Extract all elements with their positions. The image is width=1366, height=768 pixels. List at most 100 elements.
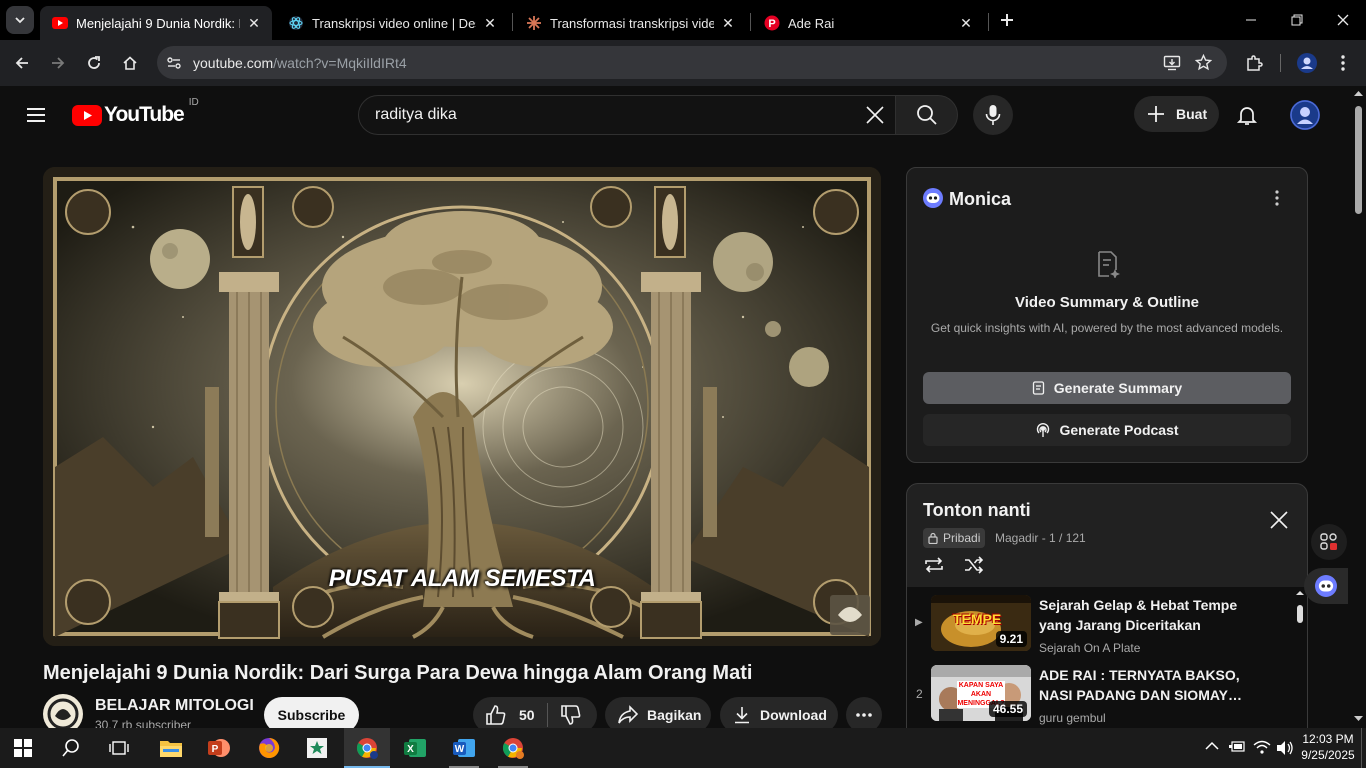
apps-widget-button[interactable] <box>1311 524 1347 560</box>
scroll-up-icon[interactable] <box>1351 86 1366 102</box>
tab-title: Menjelajahi 9 Dunia Nordik: Da <box>76 15 240 31</box>
monica-menu-icon[interactable] <box>1269 190 1285 206</box>
home-button[interactable] <box>115 48 145 78</box>
playlist-close-button[interactable] <box>1269 510 1293 534</box>
notifications-button[interactable] <box>1235 103 1259 127</box>
playlist-item-channel: guru gembul <box>1039 711 1106 725</box>
generate-summary-label: Generate Summary <box>1053 380 1183 396</box>
close-icon[interactable]: ✕ <box>958 15 974 31</box>
search-icon[interactable] <box>48 728 94 768</box>
download-icon <box>735 707 749 724</box>
page-scroll-thumb[interactable] <box>1355 106 1362 214</box>
scroll-down-icon[interactable] <box>1351 710 1366 726</box>
playlist-item[interactable]: 2 KAPAN SAYA AKAN MENINGGAL? 46.55 ADE R… <box>907 665 1297 731</box>
create-button[interactable]: Buat <box>1134 96 1219 132</box>
thumbs-down-icon <box>560 705 580 725</box>
playlist-item[interactable]: ▶ TEMPE 9.21 Sejarah Gelap & Hebat Tempe… <box>907 595 1297 661</box>
reload-button[interactable] <box>79 48 109 78</box>
tab-divider <box>988 13 989 31</box>
windows-start-icon[interactable] <box>0 728 46 768</box>
browser-menu-button[interactable] <box>1328 48 1358 78</box>
extensions-button[interactable] <box>1239 48 1269 78</box>
youtube-logo[interactable]: YouTube ID <box>72 97 199 127</box>
playlist-scrollbar[interactable] <box>1295 589 1305 732</box>
privacy-label: Pribadi <box>943 531 981 545</box>
restore-icon <box>1291 14 1303 26</box>
youtube-wordmark: YouTube <box>104 103 185 126</box>
close-icon[interactable]: ✕ <box>482 15 498 31</box>
tab-transkripsi[interactable]: Transkripsi video online | Desgr ✕ <box>276 6 508 40</box>
powerpoint-icon[interactable]: P <box>196 728 242 768</box>
share-icon <box>618 705 639 724</box>
guide-menu-button[interactable] <box>24 103 48 127</box>
clear-search-icon[interactable] <box>863 103 887 127</box>
clock-time: 12:03 PM <box>1302 732 1354 746</box>
windows-taskbar: P X W 12:03 PM 9/25/2025 <box>0 728 1366 768</box>
react-icon <box>288 15 304 31</box>
video-player[interactable]: PUSAT ALAM SEMESTA <box>43 167 881 646</box>
close-icon[interactable]: ✕ <box>720 15 736 31</box>
account-avatar[interactable] <box>1290 100 1320 130</box>
minimize-button[interactable] <box>1228 0 1274 40</box>
site-info-icon[interactable] <box>166 55 182 71</box>
firefox-icon[interactable] <box>246 728 292 768</box>
address-bar[interactable]: youtube.com/watch?v=MqkiIldIRt4 <box>157 46 1227 79</box>
like-count: 50 <box>519 707 535 723</box>
shuffle-button[interactable] <box>963 555 987 579</box>
page-scrollbar[interactable] <box>1351 86 1366 728</box>
plus-icon <box>1148 106 1164 122</box>
channel-name[interactable]: BELAJAR MITOLOGI <box>95 697 254 715</box>
playlist-thumbnail: KAPAN SAYA AKAN MENINGGAL? 46.55 <box>931 665 1031 721</box>
svg-text:P: P <box>768 18 775 30</box>
chrome-icon[interactable] <box>344 728 390 768</box>
bookmark-star-icon[interactable] <box>1195 54 1212 71</box>
monica-logo-icon <box>1315 575 1337 597</box>
claude-icon <box>526 15 542 31</box>
back-button[interactable] <box>7 48 37 78</box>
summary-icon <box>1032 381 1044 395</box>
plus-icon <box>1001 14 1013 26</box>
subscribe-label: Subscribe <box>277 707 346 723</box>
generate-podcast-button[interactable]: Generate Podcast <box>923 414 1291 446</box>
search-button[interactable] <box>895 95 958 135</box>
sticky-app-icon[interactable] <box>294 728 340 768</box>
new-tab-button[interactable] <box>995 8 1019 32</box>
tray-overflow-icon[interactable] <box>1205 741 1219 751</box>
window-close-button[interactable] <box>1320 0 1366 40</box>
svg-text:P: P <box>212 744 219 755</box>
clock[interactable]: 12:03 PM 9/25/2025 <box>1300 731 1356 763</box>
task-view-icon[interactable] <box>96 728 142 768</box>
file-explorer-icon[interactable] <box>148 728 194 768</box>
chrome-profile-icon[interactable] <box>490 728 536 768</box>
voice-search-button[interactable] <box>973 95 1013 135</box>
tab-ade-rai[interactable]: P Ade Rai ✕ <box>752 6 984 40</box>
generate-summary-button[interactable]: Generate Summary <box>923 372 1291 404</box>
forward-button[interactable] <box>43 48 73 78</box>
tab-youtube-video[interactable]: Menjelajahi 9 Dunia Nordik: Da ✕ <box>40 6 272 40</box>
excel-icon[interactable]: X <box>392 728 438 768</box>
monica-float-button[interactable] <box>1304 568 1348 604</box>
tab-transformasi[interactable]: Transformasi transkripsi video m ✕ <box>514 6 746 40</box>
tab-search-button[interactable] <box>6 6 34 34</box>
loop-button[interactable] <box>923 555 947 579</box>
tab-divider <box>750 13 751 31</box>
volume-icon[interactable] <box>1276 740 1294 756</box>
more-vertical-icon <box>1341 55 1345 71</box>
profile-avatar[interactable] <box>1292 48 1322 78</box>
word-icon[interactable]: W <box>441 728 487 768</box>
show-desktop-button[interactable] <box>1361 728 1366 768</box>
playlist-title[interactable]: Tonton nanti <box>923 500 1031 521</box>
restore-button[interactable] <box>1274 0 1320 40</box>
battery-icon[interactable] <box>1229 740 1247 754</box>
wifi-icon[interactable] <box>1253 740 1271 756</box>
tab-title: Transkripsi video online | Desgr <box>312 15 476 31</box>
generate-podcast-label: Generate Podcast <box>1059 422 1179 438</box>
install-app-icon[interactable] <box>1163 54 1181 72</box>
browser-toolbar: youtube.com/watch?v=MqkiIldIRt4 <box>0 40 1366 86</box>
browser-tab-strip: Menjelajahi 9 Dunia Nordik: Da ✕ Transkr… <box>0 0 1366 40</box>
search-input[interactable]: raditya dika <box>358 95 896 135</box>
close-icon[interactable]: ✕ <box>246 15 262 31</box>
playlist-scroll-thumb[interactable] <box>1297 605 1303 623</box>
hamburger-menu-icon <box>27 108 45 122</box>
search-icon <box>916 105 937 125</box>
